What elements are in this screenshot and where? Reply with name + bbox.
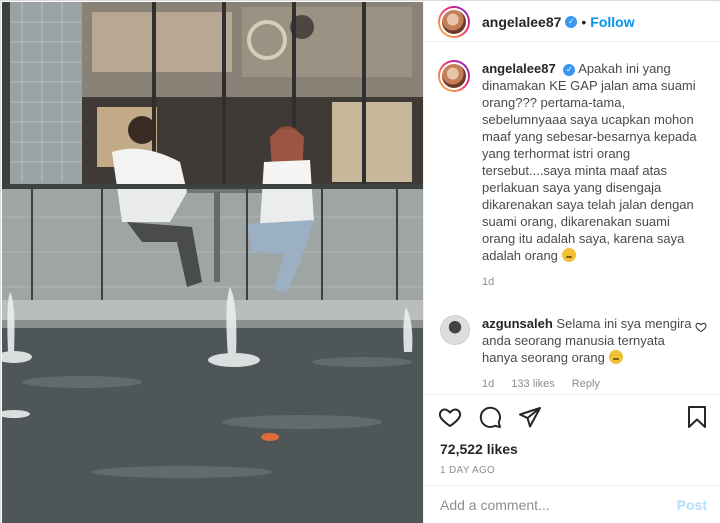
- verified-badge-icon: ✓: [563, 64, 576, 76]
- bookmark-icon[interactable]: [685, 405, 709, 429]
- caption-username[interactable]: angelalee87: [482, 61, 556, 76]
- post-sidebar: angelalee87 ✓ • Follow angelalee87 ✓ Apa…: [423, 2, 720, 523]
- caption-avatar[interactable]: [438, 60, 470, 92]
- likes-count[interactable]: 72,522 likes: [440, 441, 518, 457]
- author-avatar[interactable]: [438, 5, 470, 38]
- comment-age[interactable]: 1d: [482, 378, 494, 390]
- verified-badge-icon: ✓: [565, 15, 578, 28]
- photo-illustration: [2, 2, 423, 523]
- caption-meta: 1d: [482, 274, 704, 291]
- follow-button[interactable]: Follow: [590, 14, 634, 30]
- grimace-emoji-icon: [561, 248, 576, 262]
- caption-text: Apakah ini yang dinamakan KE GAP jalan a…: [482, 61, 697, 263]
- post-comment-button[interactable]: Post: [677, 497, 707, 513]
- post-timestamp[interactable]: 1 DAY AGO: [440, 465, 495, 476]
- post-window: angelalee87 ✓ • Follow angelalee87 ✓ Apa…: [0, 0, 720, 523]
- share-icon[interactable]: [518, 405, 542, 429]
- commenter-avatar[interactable]: [440, 315, 470, 345]
- comments-list[interactable]: angelalee87 ✓ Apakah ini yang dinamakan …: [424, 60, 720, 393]
- comment-composer: Post: [424, 485, 720, 523]
- heart-icon[interactable]: [438, 405, 462, 429]
- post-photo[interactable]: [2, 2, 423, 523]
- smile-emoji-icon: [608, 350, 623, 364]
- comment-input[interactable]: [440, 496, 660, 513]
- caption-age[interactable]: 1d: [482, 276, 494, 288]
- comment-meta: 1d 133 likes Reply: [482, 376, 696, 393]
- comment-item: azgunsaleh Selama ini sya mengira anda s…: [438, 315, 707, 393]
- author-username[interactable]: angelalee87: [482, 14, 561, 30]
- caption: angelalee87 ✓ Apakah ini yang dinamakan …: [438, 60, 707, 291]
- separator-dot: •: [581, 13, 587, 30]
- reply-button[interactable]: Reply: [572, 378, 600, 390]
- post-header: angelalee87 ✓ • Follow: [424, 2, 720, 42]
- comment-icon[interactable]: [478, 405, 502, 429]
- comment-likes[interactable]: 133 likes: [511, 378, 554, 390]
- comment-like-heart-icon[interactable]: [695, 321, 707, 333]
- commenter-username[interactable]: azgunsaleh: [482, 316, 553, 331]
